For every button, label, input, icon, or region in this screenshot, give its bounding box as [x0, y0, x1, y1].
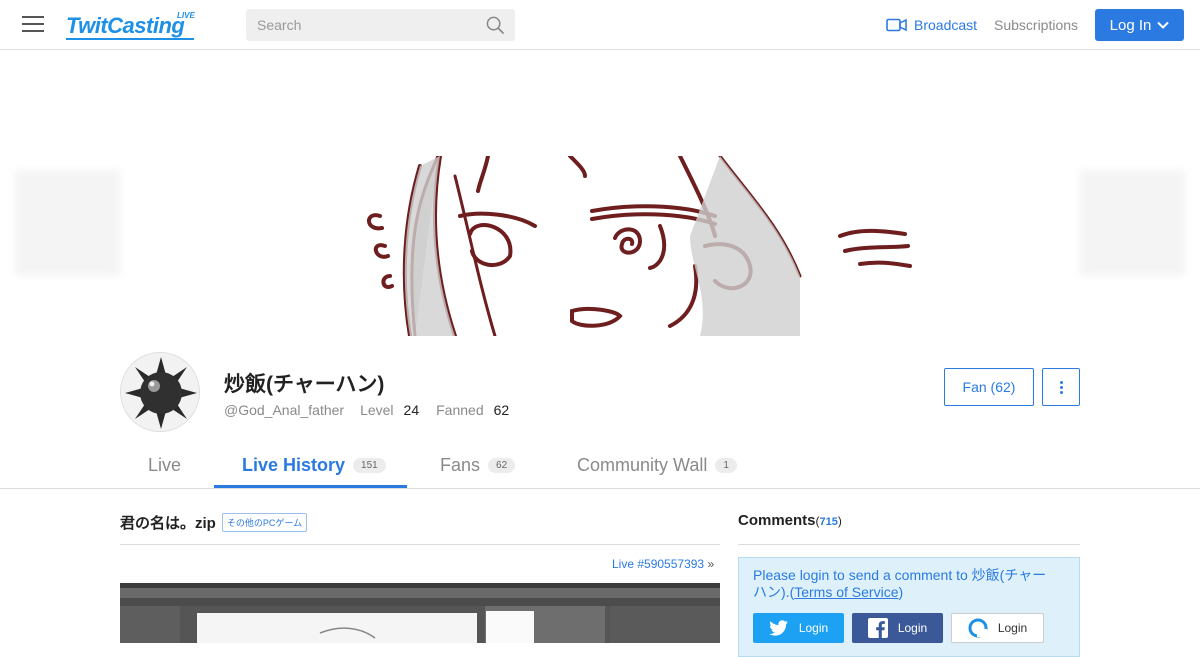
tab-fans-count: 62 [488, 458, 516, 473]
search-box [246, 9, 515, 41]
category-tag[interactable]: その他のPCゲーム [221, 513, 308, 532]
video-camera-icon [886, 18, 907, 32]
fan-button[interactable]: Fan (62) [944, 368, 1034, 406]
logo-underline [66, 38, 194, 40]
tab-community-wall-count: 1 [715, 458, 737, 473]
broadcast-link[interactable]: Broadcast [886, 16, 977, 34]
user-avatar[interactable] [120, 352, 200, 432]
banner-blur-right [1080, 170, 1185, 276]
movie-title-text: 君の名は。zip [120, 515, 216, 532]
fanned-label: Fanned [436, 402, 484, 418]
logo-text: TwitCasting [66, 13, 185, 38]
comments-count-close: ) [837, 514, 842, 528]
comments-divider [738, 544, 1080, 545]
terms-of-service-link[interactable]: Terms of Service [794, 584, 898, 600]
logo-live-badge: LIVE [177, 11, 195, 20]
tab-live-history-label: Live History [242, 455, 346, 475]
search-input[interactable] [246, 9, 476, 41]
live-id-text: Live #590557393 [612, 557, 705, 571]
broadcast-label: Broadcast [914, 17, 978, 33]
profile-banner [0, 156, 1200, 336]
tab-live-label: Live [148, 455, 182, 475]
chevron-down-icon [1157, 21, 1170, 29]
tab-fans[interactable]: Fans 62 [440, 455, 516, 476]
level-label: Level [360, 402, 394, 418]
level-value: 24 [403, 402, 420, 418]
comment-login-box: Please login to send a comment to 炒飯(チャー… [738, 557, 1080, 657]
tab-community-wall-label: Community Wall [577, 455, 708, 475]
log-in-label: Log In [1109, 16, 1152, 34]
twitter-login-label: Login [798, 621, 829, 635]
fanned-value: 62 [493, 402, 510, 418]
log-in-button[interactable]: Log In [1095, 9, 1184, 41]
more-options-button[interactable] [1042, 368, 1080, 406]
twitcasting-icon [968, 618, 988, 638]
movie-thumbnail[interactable] [120, 583, 720, 643]
login-message: Please login to send a comment to 炒飯(チャー… [753, 567, 1053, 601]
user-display-name: 炒飯(チャーハン) [224, 373, 385, 396]
comments-count: 715 [819, 516, 838, 528]
top-header: TwitCasting LIVE Broadcast Subscriptions… [0, 0, 1200, 50]
thumbnail-image [120, 583, 720, 643]
user-handle: @God_Anal_father [224, 402, 345, 418]
banner-blur-left [15, 170, 120, 276]
comments-heading: Comments(715) [738, 512, 842, 529]
twitter-login-button[interactable]: Login [753, 613, 844, 643]
tab-live[interactable]: Live [148, 455, 181, 476]
user-meta: @God_Anal_father Level 24 Fanned 62 [224, 402, 526, 418]
twitcasting-login-label: Login [997, 621, 1028, 635]
facebook-login-label: Login [897, 621, 928, 635]
tab-live-history[interactable]: Live History 151 [242, 455, 386, 476]
twitcasting-login-button[interactable]: Login [951, 613, 1044, 643]
hamburger-menu-icon[interactable] [22, 16, 44, 34]
search-icon[interactable] [486, 16, 505, 35]
subscriptions-link[interactable]: Subscriptions [994, 17, 1078, 33]
facebook-login-button[interactable]: Login [852, 613, 943, 643]
tab-community-wall[interactable]: Community Wall 1 [577, 455, 737, 476]
tabs-divider [0, 488, 1200, 489]
live-id-arrow: » [707, 557, 715, 571]
movie-title: 君の名は。zip その他のPCゲーム [120, 512, 308, 533]
tab-fans-label: Fans [440, 455, 481, 475]
comments-heading-text: Comments [738, 512, 816, 529]
banner-image [360, 156, 920, 336]
twitcasting-logo[interactable]: TwitCasting LIVE [66, 10, 198, 40]
live-id-link[interactable]: Live #590557393 » [612, 557, 714, 571]
facebook-icon [867, 618, 888, 638]
tos-close: ) [898, 584, 904, 600]
tab-live-history-count: 151 [353, 458, 386, 473]
twitter-icon [769, 620, 788, 636]
movie-divider [120, 544, 720, 545]
avatar-image [121, 353, 199, 431]
